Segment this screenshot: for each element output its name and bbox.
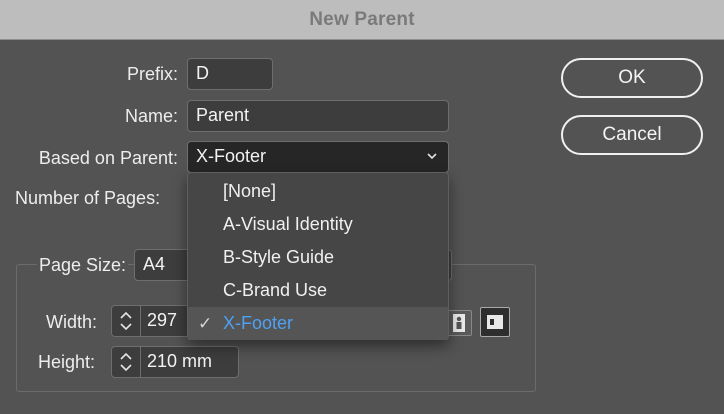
- name-label: Name:: [124, 106, 178, 126]
- landscape-orientation-icon: [487, 315, 503, 329]
- number-of-pages-label: Number of Pages:: [15, 188, 161, 208]
- menu-item-label: [None]: [223, 181, 277, 201]
- page-size-label: Page Size:: [37, 255, 129, 276]
- menu-item-none[interactable]: [None]: [188, 175, 448, 208]
- name-field[interactable]: Parent: [187, 100, 449, 132]
- chevron-down-icon: [426, 149, 438, 165]
- page-size-value: A4: [143, 254, 166, 274]
- width-label: Width:: [46, 312, 98, 332]
- stepper-arrows-icon: [120, 311, 132, 331]
- based-on-parent-select[interactable]: X-Footer: [187, 141, 449, 173]
- menu-item-x-footer[interactable]: ✓ X-Footer: [188, 307, 448, 340]
- checkmark-icon: ✓: [198, 313, 213, 333]
- height-label: Height:: [38, 352, 96, 372]
- portrait-orientation-icon: [453, 314, 465, 332]
- landscape-orientation-button[interactable]: [480, 307, 510, 337]
- window-title: New Parent: [309, 8, 415, 30]
- based-on-parent-label: Based on Parent:: [38, 148, 178, 168]
- based-on-parent-value: X-Footer: [196, 146, 267, 166]
- prefix-label: Prefix:: [126, 64, 178, 84]
- height-stepper[interactable]: [111, 346, 141, 378]
- width-stepper[interactable]: [111, 305, 141, 337]
- menu-item-b-style-guide[interactable]: B-Style Guide: [188, 241, 448, 274]
- ok-button[interactable]: OK: [561, 58, 703, 98]
- height-field[interactable]: 210 mm: [141, 346, 239, 378]
- menu-item-label: X-Footer: [223, 313, 294, 333]
- menu-item-c-brand-use[interactable]: C-Brand Use: [188, 274, 448, 307]
- prefix-field[interactable]: D: [187, 58, 273, 90]
- menu-item-a-visual-identity[interactable]: A-Visual Identity: [188, 208, 448, 241]
- stepper-arrows-icon: [120, 352, 132, 372]
- menu-item-label: A-Visual Identity: [223, 214, 353, 234]
- title-bar: New Parent: [0, 0, 724, 40]
- portrait-orientation-button[interactable]: [446, 310, 472, 336]
- menu-item-label: B-Style Guide: [223, 247, 335, 267]
- cancel-button[interactable]: Cancel: [561, 115, 703, 155]
- based-on-parent-menu: [None] A-Visual Identity B-Style Guide C…: [187, 172, 449, 340]
- menu-item-label: C-Brand Use: [223, 280, 328, 300]
